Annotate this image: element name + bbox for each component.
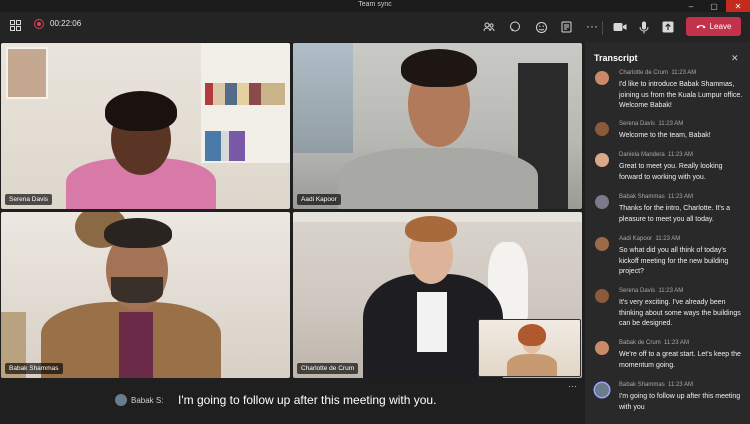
microphone-icon[interactable]: [636, 19, 652, 35]
caption-speaker-avatar: [115, 394, 127, 406]
close-window-icon[interactable]: ✕: [726, 0, 750, 12]
entry-meta: Babak Shammas 11:23 AM: [619, 382, 693, 388]
avatar: [595, 383, 609, 397]
avatar: [595, 289, 609, 303]
entry-text: It's very exciting. I've already been th…: [619, 299, 741, 327]
entry-meta: Aadi Kapoor 11:23 AM: [619, 236, 681, 242]
toolbar-divider: [602, 21, 603, 35]
window-title: Team sync: [358, 1, 392, 8]
video-tile-aadi-kapoor[interactable]: Aadi Kapoor: [293, 43, 582, 209]
self-view-video[interactable]: [478, 319, 581, 377]
avatar: [595, 71, 609, 85]
maximize-icon[interactable]: ▢: [703, 0, 725, 12]
avatar: [595, 195, 609, 209]
shirt: [119, 312, 153, 378]
more-options-icon[interactable]: ···: [584, 18, 600, 34]
gallery-grid-icon[interactable]: [7, 17, 23, 33]
avatar: [595, 341, 609, 355]
window-background: [293, 43, 353, 153]
entry-meta: Charlotte de Crum 11:23 AM: [619, 70, 697, 76]
entry-text: I'd like to introduce Babak Shammas, joi…: [619, 81, 743, 109]
bookshelf: [201, 43, 290, 163]
entry-meta: Babak Shammas 11:23 AM: [619, 194, 693, 200]
participant-name: Babak Shammas: [5, 363, 63, 374]
meeting-timer: 00:22:06: [50, 19, 82, 28]
participant-name: Aadi Kapoor: [297, 194, 341, 205]
entry-meta: Babak de Crum 11:23 AM: [619, 340, 689, 346]
notes-icon[interactable]: [558, 19, 574, 35]
entry-text: I'm going to follow up after this meetin…: [619, 393, 741, 411]
share-screen-icon[interactable]: [660, 19, 676, 35]
camera-icon[interactable]: [612, 19, 628, 35]
caption-text: I'm going to follow up after this meetin…: [178, 393, 437, 407]
leave-button[interactable]: Leave: [686, 17, 741, 36]
blouse: [417, 292, 447, 352]
avatar: [595, 237, 609, 251]
video-tile-babak-shammas[interactable]: Babak Shammas: [1, 212, 290, 378]
avatar: [595, 122, 609, 136]
beard: [111, 277, 163, 303]
caption-speaker: Babak S:: [131, 396, 164, 405]
recording-icon: [34, 19, 44, 29]
entry-meta: Serena Davis 11:23 AM: [619, 121, 684, 127]
minimize-icon[interactable]: –: [680, 0, 702, 12]
entry-meta: Daniela Mandera 11:23 AM: [619, 152, 693, 158]
participant-name: Charlotte de Crum: [297, 363, 359, 374]
entry-text: Great to meet you. Really looking forwar…: [619, 163, 723, 181]
close-panel-icon[interactable]: ✕: [731, 53, 739, 64]
people-icon[interactable]: [481, 19, 497, 35]
leave-label: Leave: [709, 22, 732, 31]
participant-name: Serena Davis: [5, 194, 53, 205]
reactions-icon[interactable]: [533, 19, 549, 35]
transcript-title: Transcript: [594, 53, 638, 63]
title-bar: Team sync – ▢ ✕: [0, 0, 750, 12]
entry-text: So what did you all think of today's kic…: [619, 247, 729, 275]
entry-text: We're off to a great start. Let's keep t…: [619, 351, 741, 369]
caption-options-icon[interactable]: ···: [568, 381, 577, 391]
phone-hangup-icon: [696, 22, 706, 31]
transcript-panel: Transcript ✕ Charlotte de Crum 11:23 AM …: [585, 42, 750, 424]
entry-meta: Serena Davis 11:23 AM: [619, 288, 684, 294]
entry-text: Welcome to the team, Babak!: [619, 132, 711, 139]
entry-text: Thanks for the intro, Charlotte. It's a …: [619, 205, 731, 223]
video-tile-serena-davis[interactable]: Serena Davis: [1, 43, 290, 209]
chat-icon[interactable]: [507, 19, 523, 35]
avatar: [595, 153, 609, 167]
wall-poster: [6, 47, 48, 99]
